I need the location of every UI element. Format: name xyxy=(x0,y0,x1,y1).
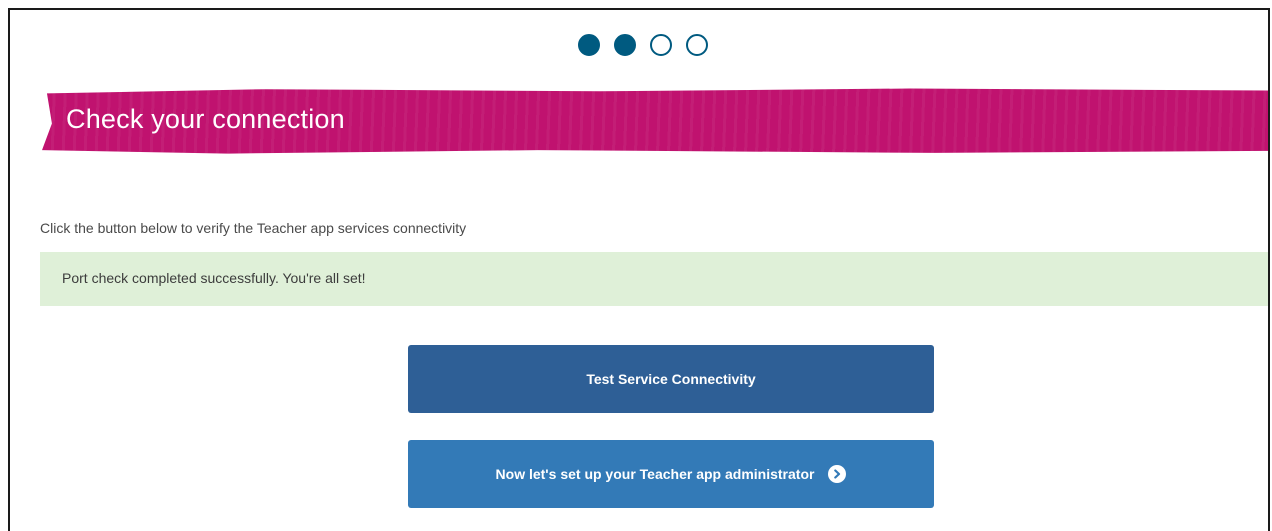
progress-stepper xyxy=(10,34,1268,56)
success-alert: Port check completed successfully. You'r… xyxy=(40,252,1268,306)
chevron-right-circle-icon xyxy=(828,465,847,483)
instruction-text: Click the button below to verify the Tea… xyxy=(40,220,467,236)
step-indicator-1 xyxy=(578,34,600,56)
next-button-label: Now let's set up your Teacher app admini… xyxy=(495,466,815,482)
status-message: Port check completed successfully. You'r… xyxy=(62,270,366,286)
step-indicator-2 xyxy=(614,34,636,56)
page-title: Check your connection xyxy=(66,104,345,134)
test-button-label: Test Service Connectivity xyxy=(586,371,756,387)
test-service-connectivity-button[interactable]: Test Service Connectivity xyxy=(408,345,934,413)
setup-administrator-button[interactable]: Now let's set up your Teacher app admini… xyxy=(408,440,934,508)
step-indicator-3 xyxy=(650,34,672,56)
step-indicator-4 xyxy=(686,34,708,56)
setup-wizard-frame: Check your connection Click the button b… xyxy=(8,8,1270,531)
